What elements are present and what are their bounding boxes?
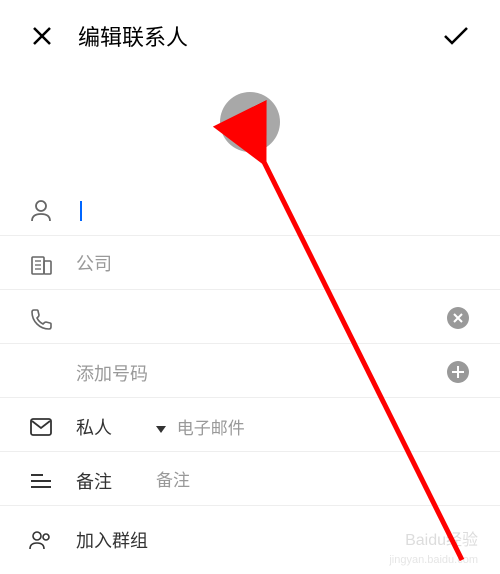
person-icon — [28, 198, 54, 224]
clear-icon — [446, 306, 470, 330]
email-type-label: 私人 — [76, 418, 112, 438]
company-icon — [28, 252, 54, 278]
phone-field-row — [0, 290, 500, 344]
email-placeholder[interactable]: 电子邮件 — [177, 419, 245, 438]
notes-field-row: 备注 — [0, 452, 500, 506]
add-phone-row[interactable]: 添加号码 — [0, 344, 500, 398]
email-field-row: 私人 电子邮件 — [0, 398, 500, 452]
watermark: Baidu经验 — [405, 526, 478, 550]
close-icon — [32, 26, 52, 46]
group-label: 加入群组 — [76, 531, 148, 551]
camera-icon — [235, 109, 265, 135]
company-input[interactable] — [76, 254, 472, 275]
group-icon — [28, 527, 54, 553]
add-phone-label: 添加号码 — [76, 364, 148, 384]
name-input-wrapper[interactable] — [76, 201, 472, 221]
dropdown-icon[interactable] — [156, 426, 166, 433]
email-icon — [28, 414, 54, 440]
notes-input[interactable] — [156, 471, 472, 491]
add-phone-button[interactable] — [446, 360, 472, 386]
phone-icon — [28, 306, 54, 332]
email-type-selector[interactable]: 私人 — [76, 414, 156, 440]
avatar-button[interactable] — [220, 92, 280, 152]
confirm-button[interactable] — [442, 22, 470, 50]
watermark-sub: jingyan.baidu.com — [389, 554, 478, 566]
name-field-row — [0, 182, 500, 236]
clear-phone-button[interactable] — [446, 306, 472, 332]
notes-label: 备注 — [76, 468, 156, 494]
text-cursor — [80, 201, 82, 221]
company-field-row — [0, 236, 500, 290]
page-title: 编辑联系人 — [78, 20, 442, 52]
close-button[interactable] — [30, 24, 54, 48]
plus-icon — [446, 360, 470, 384]
check-icon — [443, 26, 469, 46]
notes-icon — [28, 468, 54, 494]
